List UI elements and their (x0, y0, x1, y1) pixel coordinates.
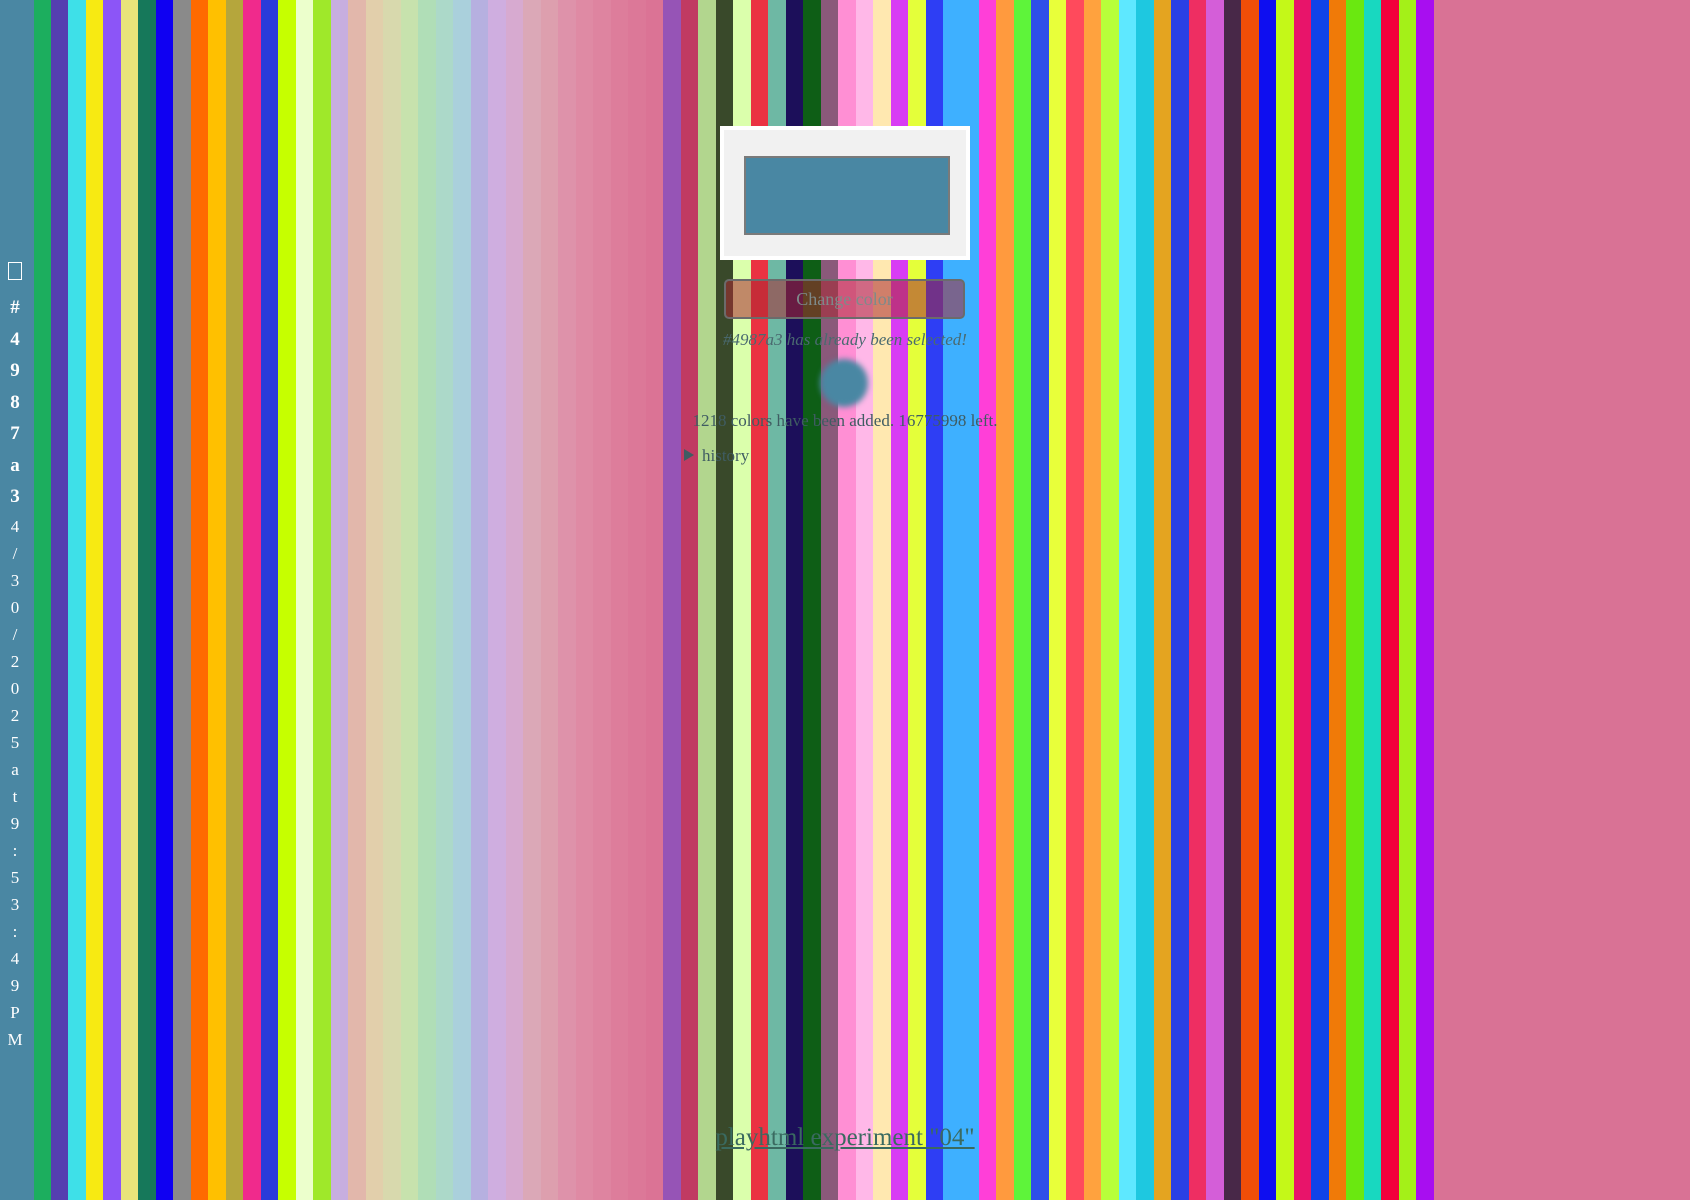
main-panel: Change color #4987a3 has already been se… (0, 0, 1690, 1200)
history-label: history (702, 446, 750, 465)
already-selected-message: #4987a3 has already been selected! (723, 330, 967, 349)
footer-link-text: "04" (929, 1124, 975, 1151)
change-color-button[interactable]: Change color (724, 279, 965, 319)
footer-prefix: playhtml experiment (715, 1124, 930, 1151)
color-count-message: 1218 colors have been added. 16775998 le… (692, 411, 998, 430)
footer-link[interactable]: playhtml experiment "04" (715, 1124, 974, 1151)
footer: playhtml experiment "04" (0, 1124, 1690, 1152)
color-swatch (744, 156, 950, 235)
color-dot (820, 359, 868, 407)
history-toggle[interactable]: history (684, 446, 749, 466)
disclosure-triangle-icon (684, 449, 694, 462)
swatch-frame (720, 126, 970, 260)
